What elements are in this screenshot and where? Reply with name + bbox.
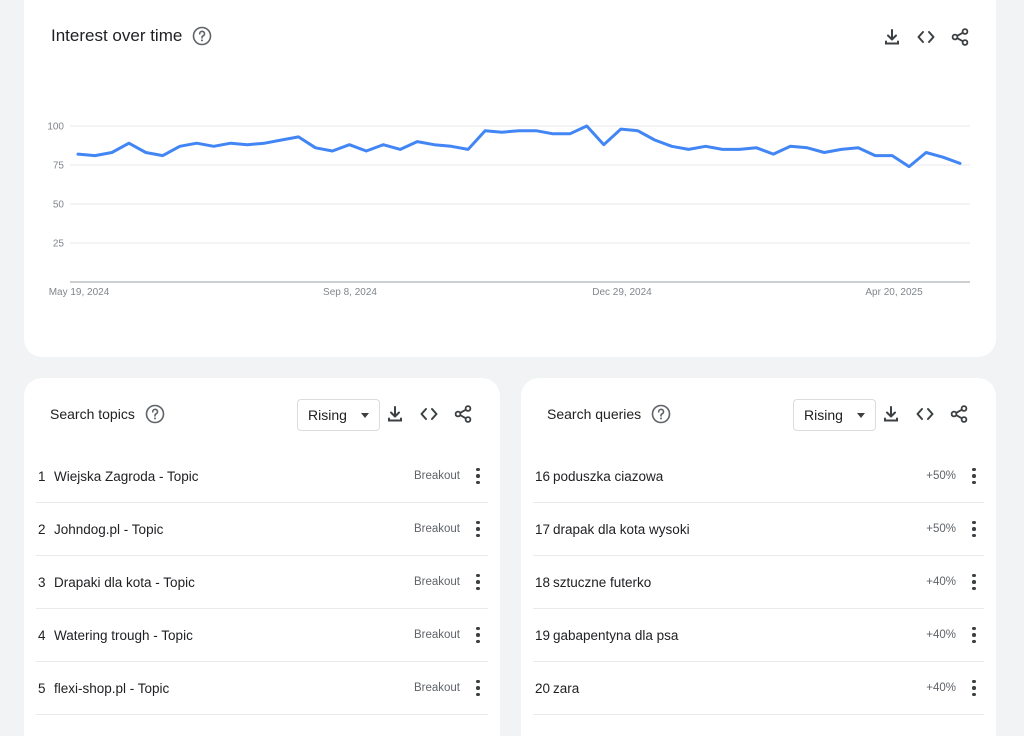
item-rank: 18 [535,574,551,590]
item-rank: 1 [38,468,46,484]
more-vert-icon[interactable] [468,676,488,700]
more-vert-icon[interactable] [964,676,984,700]
topics-title: Search topics [50,404,165,424]
x-tick-label: Apr 20, 2025 [865,287,923,298]
caret-down-icon [856,412,865,418]
interest-over-time-card: Interest over time 25 50 75 100 May 19, 2024… [24,0,996,357]
item-rank: 20 [535,680,551,696]
list-item[interactable]: 2 Johndog.pl - Topic Breakout [36,503,488,556]
item-value: +40% [926,576,956,588]
item-value: +50% [926,523,956,535]
topics-rising-dropdown[interactable]: Rising [297,399,380,431]
x-tick-label: May 19, 2024 [49,287,110,298]
item-label[interactable]: Wiejska Zagroda - Topic [54,469,414,484]
queries-title-text: Search queries [547,406,642,422]
interest-series-line[interactable] [76,124,962,169]
queries-title: Search queries [547,404,671,424]
item-label[interactable]: gabapentyna dla psa [553,628,926,643]
dropdown-label: Rising [308,407,347,423]
search-queries-card: Search queries Rising 16 poduszka ciazow… [521,378,996,736]
item-label[interactable]: poduszka ciazowa [553,469,926,484]
list-item[interactable]: 5 flexi-shop.pl - Topic Breakout [36,662,488,715]
list-item[interactable]: 4 Watering trough - Topic Breakout [36,609,488,662]
list-item[interactable]: 18 sztuczne futerko +40% [533,556,984,609]
item-label[interactable]: zara [553,681,926,696]
item-rank: 17 [535,521,551,537]
more-vert-icon[interactable] [468,464,488,488]
more-vert-icon[interactable] [964,464,984,488]
topics-title-text: Search topics [50,406,135,422]
more-vert-icon[interactable] [468,517,488,541]
item-value: Breakout [413,470,460,482]
item-label[interactable]: drapak dla kota wysoki [553,522,926,537]
embed-code-icon[interactable] [417,402,441,426]
caret-down-icon [360,412,369,418]
list-item[interactable]: 19 gabapentyna dla psa +40% [533,609,984,662]
x-tick-label: Dec 29, 2024 [592,287,652,298]
download-icon[interactable] [383,402,407,426]
item-rank: 4 [38,627,46,643]
list-item[interactable]: 17 drapak dla kota wysoki +50% [533,503,984,556]
help-circle-icon[interactable] [145,404,165,424]
more-vert-icon[interactable] [468,570,488,594]
item-rank: 5 [38,680,46,696]
more-vert-icon[interactable] [468,623,488,647]
interest-line-chart: 25 50 75 100 May 19, 2024 Sep 8, 2024 Dec 29, … [47,122,970,298]
y-tick-label: 100 [47,122,64,133]
x-tick-label: Sep 8, 2024 [323,287,377,298]
more-vert-icon[interactable] [964,517,984,541]
item-value: Breakout [413,629,460,641]
item-label[interactable]: flexi-shop.pl - Topic [54,681,414,696]
dropdown-label: Rising [804,407,843,423]
item-label[interactable]: Watering trough - Topic [54,628,414,643]
list-item[interactable]: 3 Drapaki dla kota - Topic Breakout [36,556,488,609]
search-topics-card: Search topics Rising 1 Wiejska Zagroda -… [24,378,500,736]
item-value: Breakout [413,523,460,535]
y-tick-label: 75 [53,161,65,172]
item-label[interactable]: sztuczne futerko [553,575,926,590]
more-vert-icon[interactable] [964,623,984,647]
y-tick-label: 25 [53,239,65,250]
list-item[interactable]: 1 Wiejska Zagroda - Topic Breakout [36,450,488,503]
queries-rising-dropdown[interactable]: Rising [793,399,876,431]
share-icon[interactable] [947,402,971,426]
item-label[interactable]: Johndog.pl - Topic [54,522,414,537]
item-value: +50% [926,470,956,482]
list-item[interactable]: 16 poduszka ciazowa +50% [533,450,984,503]
download-icon[interactable] [879,402,903,426]
item-value: Breakout [413,576,460,588]
item-value: +40% [926,682,956,694]
share-icon[interactable] [451,402,475,426]
list-item[interactable]: 20 zara +40% [533,662,984,715]
item-rank: 16 [535,468,551,484]
item-value: Breakout [413,682,460,694]
embed-code-icon[interactable] [913,402,937,426]
item-value: +40% [926,629,956,641]
more-vert-icon[interactable] [964,570,984,594]
help-circle-icon[interactable] [651,404,671,424]
y-tick-label: 50 [53,200,65,211]
item-rank: 2 [38,521,46,537]
item-rank: 3 [38,574,46,590]
item-rank: 19 [535,627,551,643]
item-label[interactable]: Drapaki dla kota - Topic [54,575,414,590]
